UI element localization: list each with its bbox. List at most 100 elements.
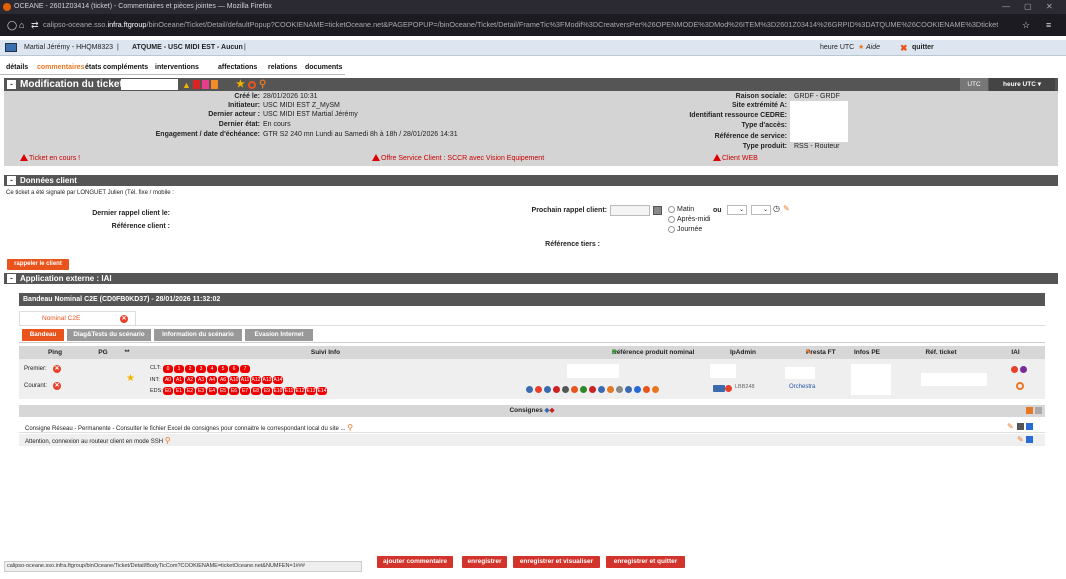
eds-indicator[interactable]: E8 (251, 387, 261, 395)
radio-apres-midi[interactable] (668, 216, 675, 223)
ticket-number-field[interactable] (121, 79, 178, 90)
rappeler-client-button[interactable]: rappeler le client (7, 259, 69, 270)
product-icon[interactable] (607, 386, 614, 393)
search-icon[interactable]: ⚲ (259, 78, 266, 91)
clock-icon[interactable]: ◷ (773, 204, 780, 213)
int-indicator[interactable]: A3 (196, 376, 206, 384)
menu-icon[interactable]: ≡ (1046, 14, 1051, 36)
clt-indicator[interactable]: 6 (229, 365, 239, 373)
utc-dropdown[interactable]: heure UTC ▾ (989, 78, 1055, 91)
presta-link[interactable]: Orchestra (789, 384, 815, 390)
eds-indicator[interactable]: E9 (262, 387, 272, 395)
int-indicator[interactable]: A11 (240, 376, 250, 384)
product-icon[interactable] (553, 386, 560, 393)
product-icon[interactable] (634, 386, 641, 393)
int-indicator[interactable]: A6 (218, 376, 228, 384)
eds-indicator[interactable]: E5 (218, 387, 228, 395)
checkbox-icon[interactable] (1026, 436, 1033, 443)
router-icon[interactable] (725, 385, 732, 392)
collapse-icon[interactable]: - (7, 80, 16, 89)
edit-pencil-icon[interactable]: ✎ (783, 204, 790, 213)
flag-icon[interactable] (193, 80, 200, 89)
product-icon[interactable] (589, 386, 596, 393)
calendar-icon[interactable] (653, 206, 662, 215)
eds-indicator[interactable]: E11 (284, 387, 294, 395)
product-icon[interactable] (580, 386, 587, 393)
eds-indicator[interactable]: E3 (196, 387, 206, 395)
int-indicator[interactable]: A4 (207, 376, 217, 384)
search-icon[interactable]: ⚲ (347, 423, 353, 432)
eds-indicator[interactable]: E12 (295, 387, 305, 395)
product-icon[interactable] (616, 386, 623, 393)
int-indicator[interactable]: A1 (174, 376, 184, 384)
shield-icon[interactable]: ◯ (7, 14, 17, 36)
int-indicator[interactable]: A13 (262, 376, 272, 384)
target-icon[interactable] (248, 81, 256, 89)
eds-indicator[interactable]: E14 (317, 387, 327, 395)
product-icon[interactable] (625, 386, 632, 393)
clt-indicator[interactable]: 0 (163, 365, 173, 373)
int-indicator[interactable]: A14 (273, 376, 283, 384)
url-bar[interactable]: ◯ ⌂ ⇄ calipso-oceane.sso.infra.ftgroup/b… (0, 14, 1066, 36)
subtab-evasion-internet[interactable]: Evasion Internet (245, 329, 313, 341)
int-indicator[interactable]: A0 (163, 376, 173, 384)
product-icon[interactable] (544, 386, 551, 393)
url-text[interactable]: calipso-oceane.sso.infra.ftgroup/binOcea… (43, 14, 998, 36)
eds-indicator[interactable]: E10 (273, 387, 283, 395)
maximize-icon[interactable]: ▢ (1024, 0, 1032, 14)
flag-icon[interactable] (202, 80, 209, 89)
product-icon[interactable] (562, 386, 569, 393)
edit-pencil-icon[interactable]: ✎ (1017, 435, 1024, 444)
close-tab-icon[interactable]: ✕ (120, 315, 128, 323)
int-indicator[interactable]: A12 (251, 376, 261, 384)
edit-pencil-icon[interactable]: ✎ (806, 346, 811, 359)
product-icon[interactable] (652, 386, 659, 393)
eds-indicator[interactable]: E4 (207, 387, 217, 395)
product-icon[interactable] (598, 386, 605, 393)
int-indicator[interactable]: A10 (229, 376, 239, 384)
eds-indicator[interactable]: E13 (306, 387, 316, 395)
subtab-information-scenario[interactable]: Information du scénario (154, 329, 242, 341)
search-icon[interactable]: ⚲ (165, 436, 171, 445)
star-icon[interactable]: ★ (126, 373, 135, 384)
hour-select[interactable]: ⌄ (727, 205, 747, 215)
help-link[interactable]: Aide (866, 40, 880, 56)
minute-select[interactable]: ⌄ (751, 205, 771, 215)
lock-icon[interactable]: ⌂ (19, 14, 24, 36)
clt-indicator[interactable]: 5 (218, 365, 228, 373)
router-icon[interactable] (713, 385, 725, 392)
product-icon[interactable] (526, 386, 533, 393)
product-icon[interactable] (535, 386, 542, 393)
eds-indicator[interactable]: E0 (163, 387, 173, 395)
enregistrer-visualiser-button[interactable]: enregistrer et visualiser (513, 556, 600, 568)
eds-indicator[interactable]: E1 (174, 387, 184, 395)
subtab-diag-tests[interactable]: Diag&Tests du scénario (67, 329, 151, 341)
iai-action-icon[interactable] (1011, 366, 1018, 373)
radio-matin[interactable] (668, 206, 675, 213)
iai-target-icon[interactable] (1016, 382, 1024, 390)
eds-indicator[interactable]: E2 (185, 387, 195, 395)
minimize-icon[interactable]: — (1002, 0, 1010, 14)
utc-small-button[interactable]: UTC (960, 78, 988, 91)
radio-journee[interactable] (668, 226, 675, 233)
checkbox-icon[interactable] (1035, 407, 1042, 414)
consignes-icon[interactable]: ◆ (550, 407, 555, 414)
help-icon[interactable]: ★ (858, 40, 864, 56)
tab-nominal-c2e[interactable]: Nominal C2E ✕ (19, 311, 136, 325)
utc-link[interactable]: heure UTC (820, 40, 854, 56)
clt-indicator[interactable]: 7 (240, 365, 250, 373)
bookmark-star-icon[interactable]: ☆ (1022, 14, 1030, 36)
flag-icon[interactable] (211, 80, 218, 89)
eds-indicator[interactable]: E6 (229, 387, 239, 395)
eds-indicator[interactable]: E7 (240, 387, 250, 395)
ping-fail-icon[interactable]: ✕ (53, 382, 61, 390)
edit-icon[interactable] (1026, 407, 1033, 414)
enregistrer-button[interactable]: enregistrer (462, 556, 507, 568)
quit-link[interactable]: quitter (912, 40, 934, 56)
clt-indicator[interactable]: 1 (174, 365, 184, 373)
clt-indicator[interactable]: 3 (196, 365, 206, 373)
enregistrer-quitter-button[interactable]: enregistrer et quitter (606, 556, 685, 568)
collapse-icon[interactable]: - (7, 176, 16, 185)
quit-icon[interactable]: ✖ (900, 40, 908, 56)
close-icon[interactable]: ✕ (1046, 0, 1053, 14)
